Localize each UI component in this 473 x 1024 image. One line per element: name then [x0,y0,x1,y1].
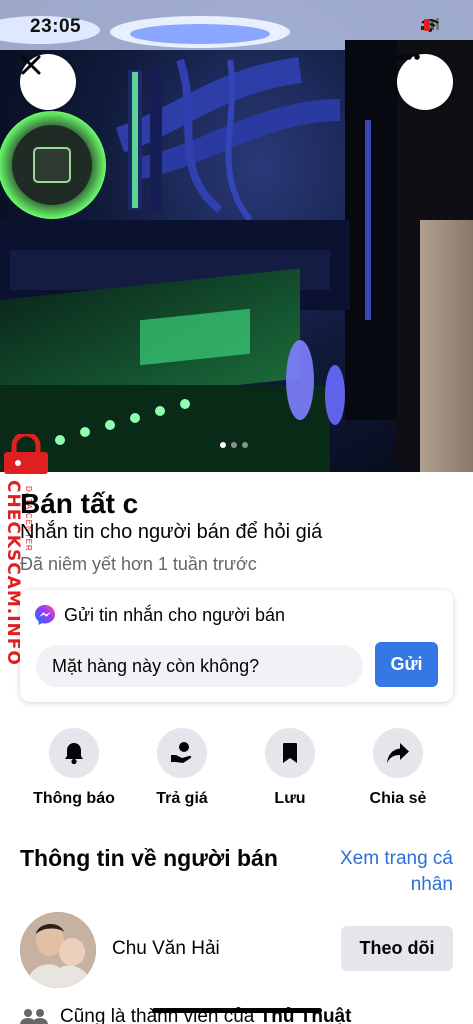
pager-dot [220,442,226,448]
home-indicator [152,1008,322,1013]
listing-photo[interactable]: 23:05 [0,0,473,472]
save-label: Lưu [274,790,306,807]
message-card-heading: Gửi tin nhắn cho người bán [64,604,286,625]
pager-dot [242,442,248,448]
close-button[interactable] [20,54,76,110]
more-options-button[interactable] [397,54,453,110]
avatar-photo [20,912,96,988]
seller-avatar[interactable] [20,912,96,988]
notify-label: Thông báo [33,790,115,807]
save-circle [265,728,315,778]
make-offer-circle [157,728,207,778]
offer-hand-icon [171,742,192,763]
group-icon [20,1009,48,1024]
action-row: Thông báo Trả giá Lưu Chia sẻ [0,728,473,808]
more-dots-icon [398,54,420,60]
message-seller-card: Gửi tin nhắn cho người bán Gửi [20,590,453,702]
notify-button[interactable]: Thông báo [24,728,124,808]
share-button[interactable]: Chia sẻ [348,728,448,808]
bell-icon [65,743,83,765]
share-label: Chia sẻ [369,790,427,807]
messenger-icon [35,605,55,625]
save-button[interactable]: Lưu [240,728,340,808]
seller-name[interactable]: Chu Văn Hải [112,938,220,960]
follow-button[interactable]: Theo dõi [341,926,453,971]
message-input[interactable] [36,645,363,687]
send-button[interactable]: Gửi [375,642,438,687]
pager-dot [231,442,237,448]
listing-title: Bán tất c [20,488,139,519]
make-offer-button[interactable]: Trả giá [132,728,232,808]
listing-subtitle: Nhắn tin cho người bán để hỏi giá [20,521,323,543]
bookmark-icon [283,743,297,763]
share-circle [373,728,423,778]
photo-pager [220,442,248,448]
message-card-header: Gửi tin nhắn cho người bán [34,604,285,626]
seller-section-title: Thông tin về người bán [20,845,278,871]
make-offer-label: Trả giá [156,790,208,807]
close-icon [21,55,41,75]
share-icon [387,743,409,763]
listed-time: Đã niêm yết hơn 1 tuần trước [20,554,257,574]
view-profile-link[interactable]: Xem trang cá nhân [303,846,453,898]
status-time: 23:05 [30,16,82,37]
notify-circle [49,728,99,778]
